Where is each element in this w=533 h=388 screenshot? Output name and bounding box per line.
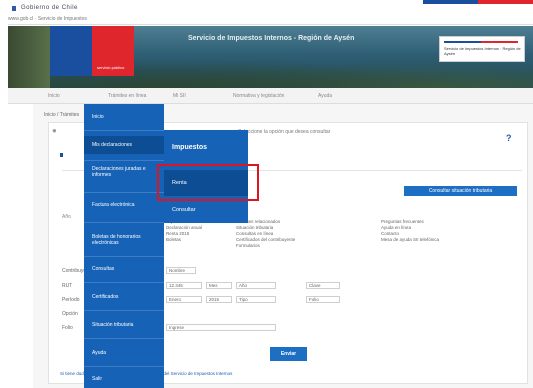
user-icon: ● [52, 126, 57, 135]
text-field[interactable]: Clave [306, 282, 340, 289]
text-field[interactable]: Nombre [166, 267, 196, 274]
banner-title: Servicio de Impuestos Internos - Región … [188, 35, 355, 42]
main-nav: Inicio Trámites en línea Mi SII Normativ… [8, 88, 533, 104]
menu-item-fee-receipts[interactable]: Boletas de honorarios electrónicas [84, 234, 164, 246]
tree-image [8, 26, 50, 88]
blue-brand-block [50, 26, 92, 76]
consult-button[interactable]: Consultar situación tributaria [404, 186, 517, 196]
bullet-icon [60, 153, 63, 157]
menu-divider [84, 192, 164, 193]
flag-stripe [423, 0, 533, 4]
text-field[interactable]: Ingrese [166, 324, 276, 331]
link-column-3: Preguntas frecuentes Ayuda en línea Cont… [381, 219, 439, 243]
label-year: Año [62, 214, 71, 220]
instruction-text: Seleccione la opción que desea consultar [238, 129, 331, 135]
menu-item-exit[interactable]: Salir [84, 376, 164, 382]
top-bar: Gobierno de Chile [0, 0, 533, 16]
text-field[interactable]: Año [236, 282, 276, 289]
red-block-text: servicio público [97, 65, 125, 70]
menu-divider [84, 282, 164, 283]
text-field[interactable]: 2015 [206, 296, 232, 303]
menu-item-home[interactable]: Inicio [84, 114, 164, 120]
menu-divider [84, 160, 164, 161]
divider [8, 24, 533, 25]
menu-item-sworn-statements[interactable]: Declaraciones juradas e informes [84, 166, 164, 178]
breadcrumb: Inicio / Trámites [44, 112, 80, 118]
nav-item-online[interactable]: Trámites en línea [108, 93, 146, 99]
menu-divider [84, 222, 164, 223]
help-icon[interactable]: ? [506, 133, 517, 143]
menu-item-help[interactable]: Ayuda [84, 350, 164, 356]
government-logo-text: Servicio de Impuestos Internos · Región … [444, 46, 521, 56]
menu-item-certificates[interactable]: Certificados [84, 294, 164, 300]
menu-divider [84, 310, 164, 311]
red-brand-block: servicio público [92, 26, 134, 76]
menu-divider [84, 256, 164, 257]
menu-item-queries[interactable]: Consultas [84, 266, 164, 272]
form-label: RUT [62, 283, 73, 289]
nav-item-help[interactable]: Ayuda [318, 93, 332, 99]
government-logo[interactable]: Servicio de Impuestos Internos · Región … [439, 36, 525, 62]
menu-divider [84, 366, 164, 367]
link[interactable]: Boletas [166, 237, 205, 243]
flag-stripe-mini [444, 41, 518, 43]
nav-item-my-sii[interactable]: Mi SII [173, 93, 186, 99]
text-field[interactable]: Tipo [236, 296, 276, 303]
form-label: Folio [62, 325, 73, 331]
header-banner: servicio público Servicio de Impuestos I… [8, 26, 533, 88]
menu-item-invoices[interactable]: Factura electrónica [84, 202, 164, 208]
brand-name: Gobierno de Chile [21, 5, 78, 11]
submit-button[interactable]: Enviar [270, 347, 307, 361]
form-label: Período [62, 297, 80, 303]
link[interactable]: Formularios [236, 243, 295, 249]
link[interactable]: Mesa de ayuda SII telefónica [381, 237, 439, 243]
text-field[interactable]: Mes [206, 282, 232, 289]
site-subtitle: www.gob.cl · Servicio de Impuestos [8, 16, 87, 22]
submenu-title: Impuestos [172, 144, 208, 151]
submenu-item-consult[interactable]: Consultar [164, 207, 248, 214]
text-field[interactable]: 12.345 [166, 282, 202, 289]
text-field[interactable]: Folio [306, 296, 340, 303]
nav-item-home[interactable]: Inicio [48, 93, 60, 99]
menu-divider [84, 130, 164, 131]
logo-icon [12, 6, 16, 11]
nav-item-law[interactable]: Normativa y legislación [233, 93, 284, 99]
menu-divider [84, 338, 164, 339]
link-column-2: Trámites relacionados Situación tributar… [236, 219, 295, 249]
dropdown-menu: Inicio Mis declaraciones Declaraciones j… [84, 104, 164, 388]
text-field[interactable]: Enero [166, 296, 202, 303]
form-label: Opción [62, 311, 78, 317]
highlight-box [157, 164, 259, 201]
menu-item-declarations[interactable]: Mis declaraciones [84, 136, 164, 154]
menu-item-tax-status[interactable]: Situación tributaria [84, 322, 164, 328]
